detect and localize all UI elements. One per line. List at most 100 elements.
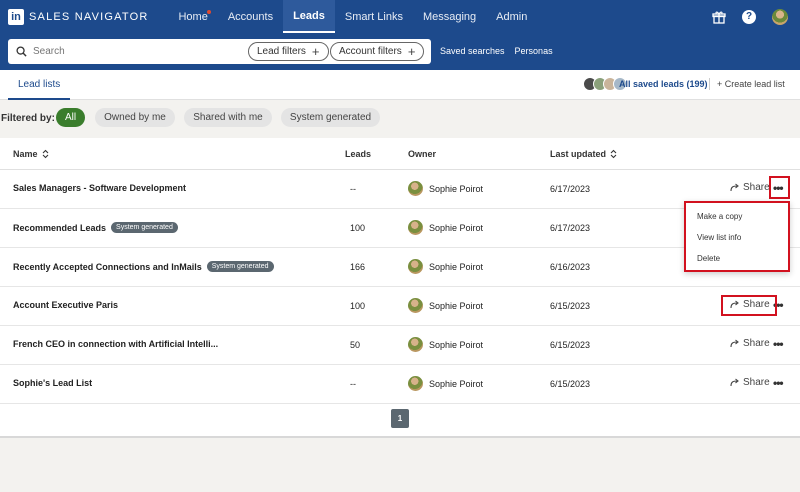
nav-accounts[interactable]: Accounts	[218, 0, 283, 33]
page-1-button[interactable]: 1	[391, 409, 409, 428]
table-row[interactable]: French CEO in connection with Artificial…	[0, 326, 800, 365]
nav-messaging-label: Messaging	[422, 10, 477, 23]
owner: Sophie Poirot	[408, 259, 483, 274]
table-header: Name Leads Owner Last updated	[0, 138, 800, 170]
search-box: Lead filters + Account filters +	[8, 39, 431, 64]
menu-item-delete[interactable]: Delete	[697, 254, 720, 263]
tab-lead-lists[interactable]: Lead lists	[8, 70, 71, 100]
nav-admin[interactable]: Admin	[486, 0, 537, 33]
nav-messaging[interactable]: Messaging	[413, 0, 486, 33]
system-generated-badge: System generated	[206, 261, 274, 272]
account-filters-button[interactable]: Account filters +	[330, 42, 425, 61]
owner-avatar	[408, 259, 423, 274]
sales-navigator-logo[interactable]: in SALES NAVIGATOR	[8, 8, 149, 25]
column-updated-label: Last updated	[550, 149, 607, 159]
top-navigation-bar: in SALES NAVIGATOR Home Accounts Leads S…	[0, 0, 800, 33]
search-icon	[16, 46, 27, 57]
column-header-owner: Owner	[408, 149, 437, 159]
filter-chip-owned-by-me[interactable]: Owned by me	[95, 108, 175, 127]
search-input[interactable]	[33, 46, 233, 57]
list-name-text: Sales Managers - Software Development	[13, 183, 187, 193]
divider	[709, 78, 710, 90]
owner: Sophie Poirot	[408, 298, 483, 313]
owner-name: Sophie Poirot	[429, 261, 484, 272]
lead-count: 166	[350, 262, 366, 272]
saved-searches-link[interactable]: Saved searches	[440, 46, 505, 56]
sort-icon	[610, 149, 617, 159]
list-name-text: Recently Accepted Connections and InMail…	[13, 261, 202, 272]
lead-count: 100	[350, 301, 366, 311]
column-name-label: Name	[13, 149, 38, 159]
create-lead-list-button[interactable]: + Create lead list	[717, 79, 785, 89]
column-header-last-updated[interactable]: Last updated	[550, 149, 617, 159]
brand-name: SALES NAVIGATOR	[29, 10, 149, 23]
owner: Sophie Poirot	[408, 337, 483, 352]
owner-avatar	[408, 298, 423, 313]
lead-count: 50	[350, 340, 361, 350]
share-button[interactable]: Share	[730, 377, 770, 388]
last-updated: 6/16/2023	[550, 262, 591, 272]
owner-name: Sophie Poirot	[429, 183, 484, 194]
nav-admin-label: Admin	[496, 10, 528, 23]
list-name: Sales Managers - Software Development	[13, 183, 186, 193]
nav-home[interactable]: Home	[168, 0, 217, 33]
more-options-icon[interactable]: •••	[773, 337, 784, 351]
owner: Sophie Poirot	[408, 376, 483, 391]
linkedin-logo-icon: in	[8, 8, 24, 25]
menu-item-view-list-info[interactable]: View list info	[697, 233, 741, 242]
all-saved-leads-link[interactable]: All saved leads (199)	[619, 79, 708, 89]
user-avatar[interactable]	[772, 8, 788, 25]
more-options-icon[interactable]: •••	[773, 376, 784, 390]
list-name-text: French CEO in connection with Artificial…	[13, 339, 219, 349]
list-name-text: Recommended Leads	[13, 222, 107, 233]
owner: Sophie Poirot	[408, 220, 483, 235]
more-options-menu: Make a copy View list info Delete	[684, 201, 790, 272]
owner-name: Sophie Poirot	[429, 378, 484, 389]
lead-count: --	[350, 379, 356, 389]
table-row[interactable]: Recommended Leads System generated 100 So…	[0, 209, 800, 248]
share-arrow-icon	[730, 378, 739, 387]
lead-count: --	[350, 184, 356, 194]
nav-home-label: Home	[178, 10, 208, 23]
share-button[interactable]: Share	[730, 338, 770, 349]
saved-links: Saved searches Personas	[440, 46, 553, 56]
owner-name: Sophie Poirot	[429, 300, 484, 311]
list-name: Account Executive Paris	[13, 300, 118, 310]
share-label: Share	[743, 338, 770, 349]
table-row[interactable]: Sales Managers - Software Development --…	[0, 170, 800, 209]
table-row[interactable]: Account Executive Paris 100 Sophie Poiro…	[0, 287, 800, 326]
last-updated: 6/17/2023	[550, 223, 591, 233]
share-button[interactable]: Share	[730, 182, 770, 193]
last-updated: 6/15/2023	[550, 340, 591, 350]
column-header-name[interactable]: Name	[13, 149, 49, 159]
owner: Sophie Poirot	[408, 181, 483, 196]
owner-avatar	[408, 376, 423, 391]
list-name: Sophie's Lead List	[13, 378, 92, 388]
table-row[interactable]: Recently Accepted Connections and InMail…	[0, 248, 800, 287]
share-arrow-icon	[730, 339, 739, 348]
filter-chip-system-generated[interactable]: System generated	[281, 108, 380, 127]
filter-chip-shared-with-me[interactable]: Shared with me	[184, 108, 272, 127]
filtered-by-label: Filtered by:	[1, 113, 55, 124]
list-name: French CEO in connection with Artificial…	[13, 339, 218, 349]
top-right-actions: ?	[712, 0, 788, 33]
filter-chip-all[interactable]: All	[56, 108, 85, 127]
owner-avatar	[408, 337, 423, 352]
nav-leads[interactable]: Leads	[283, 0, 335, 33]
highlight-share-button	[721, 295, 777, 316]
owner-avatar	[408, 220, 423, 235]
nav-smart-links[interactable]: Smart Links	[335, 0, 413, 33]
list-name: Recommended Leads System generated	[13, 222, 178, 233]
personas-link[interactable]: Personas	[515, 46, 553, 56]
lead-count: 100	[350, 223, 366, 233]
last-updated: 6/17/2023	[550, 184, 591, 194]
gift-icon[interactable]	[712, 10, 726, 24]
lead-filters-button[interactable]: Lead filters +	[248, 42, 329, 61]
share-label: Share	[743, 377, 770, 388]
menu-item-make-a-copy[interactable]: Make a copy	[697, 212, 742, 221]
owner-name: Sophie Poirot	[429, 339, 484, 350]
help-icon[interactable]: ?	[742, 9, 756, 24]
account-filters-label: Account filters	[339, 46, 402, 57]
table-row[interactable]: Sophie's Lead List -- Sophie Poirot 6/15…	[0, 365, 800, 404]
sort-icon	[42, 149, 48, 159]
